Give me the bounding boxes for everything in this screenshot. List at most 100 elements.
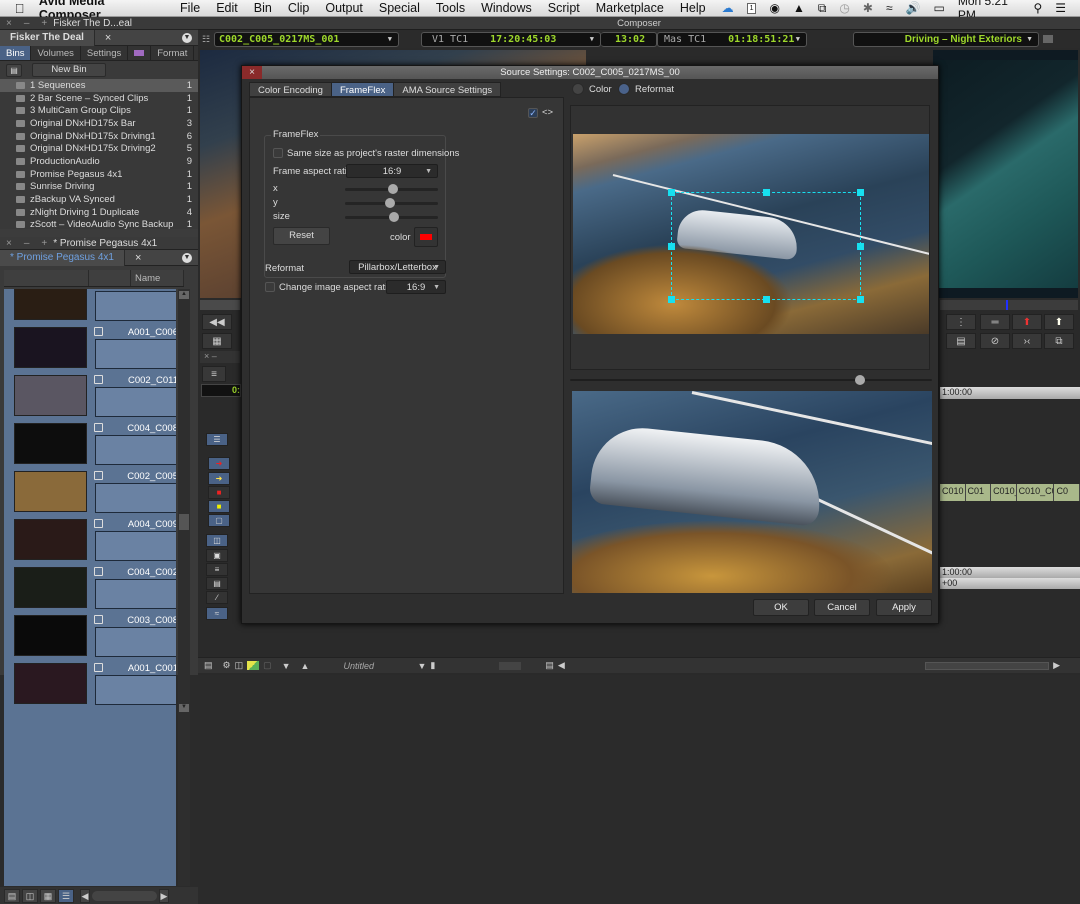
bin-list-item[interactable]: ProductionAudio 9 [0,155,198,168]
timeline-settings-button[interactable]: ≡ [202,366,226,382]
clip-frame-item[interactable]: C002_C011 [10,375,176,423]
menu-output[interactable]: Output [325,1,363,15]
reformat-mode-radio[interactable] [618,83,630,95]
top-button[interactable]: ▤ [946,333,976,349]
menu-file[interactable]: File [180,1,200,15]
close-dialog-icon[interactable]: × [242,66,262,79]
bin-list-item[interactable]: Original DNxHD175x Bar 3 [0,117,198,130]
clip-thumbnail[interactable] [14,615,87,656]
timeline-toggle-button[interactable]: ▦ [202,333,232,349]
crop-handle-r[interactable] [857,243,864,250]
clear-marks-button[interactable]: ⊘ [980,333,1010,349]
bin-list-item[interactable]: Original DNxHD175x Driving2 5 [0,142,198,155]
x-slider[interactable] [345,184,438,194]
crop-handle-br[interactable] [857,296,864,303]
segment-mode-button[interactable]: ◫ [206,534,228,547]
menu-special[interactable]: Special [379,1,420,15]
tab-volumes[interactable]: Volumes [31,46,81,60]
zoom-in-icon[interactable]: ▼ [282,661,291,671]
toggle-source-record-icon[interactable]: ▤ [204,660,213,671]
copy-button[interactable]: ⧉ [1044,333,1074,349]
horizontal-scrollbar[interactable] [92,890,157,901]
lift-tool[interactable]: ■ [208,486,230,499]
new-bin-button[interactable]: New Bin [32,63,106,77]
scroll-down-arrow[interactable]: ▼ [179,704,189,712]
enable-frameflex-checkbox[interactable]: ✓ [528,108,538,118]
bin-list-item[interactable]: Promise Pegasus 4x1 1 [0,168,198,181]
sequence-menu[interactable]: Driving – Night Exteriors ▼ [853,31,1039,47]
column-header-blank[interactable] [4,270,89,286]
close-icon[interactable]: × [6,18,12,29]
record-timecode-display[interactable]: Mas TC1 01:18:51:21 ▼ [657,31,807,47]
source-preview-image[interactable] [573,134,929,334]
timeline-clip[interactable]: C010_ [991,484,1017,501]
monitor-icon[interactable]: ◫ [235,660,244,671]
rewind-button[interactable]: ◀◀ [202,314,232,330]
position-indicator[interactable] [1006,300,1008,310]
same-size-checkbox[interactable] [273,148,283,158]
clip-frame-item[interactable]: C004_C002 [10,567,176,615]
change-aspect-select[interactable]: 16:9 ▼ [386,280,446,294]
menu-tools[interactable]: Tools [436,1,465,15]
tab-settings[interactable]: Settings [81,46,129,60]
menu-edit[interactable]: Edit [216,1,238,15]
record-monitor[interactable] [933,50,1078,298]
crop-handle-l[interactable] [668,243,675,250]
tab-color-encoding[interactable]: Color Encoding [249,82,332,97]
scroll-left-icon[interactable]: ◀ [80,888,90,903]
chevron-down-icon[interactable]: ▼ [417,661,426,671]
menu-script[interactable]: Script [548,1,580,15]
clip-frame-item[interactable]: C003_C008 [10,615,176,663]
clip-frame-item[interactable]: C002_C005 [10,471,176,519]
link-button[interactable]: ≈ [206,607,228,620]
trim-mode-button[interactable]: ▣ [206,549,228,562]
time-machine-icon[interactable]: ◷ [839,1,849,15]
clip-thumbnail[interactable] [14,663,87,704]
zoom-icon[interactable]: + [41,18,47,29]
color-swatch-button[interactable] [414,227,438,247]
bin-view-toggle[interactable]: ▤ [6,63,22,77]
color-correction-icon[interactable] [247,661,260,670]
timeline-hscrollbar[interactable] [925,661,1050,670]
script-view-icon[interactable]: ☰ [58,888,74,903]
track-panel-button[interactable]: ☰ [206,433,228,446]
apply-button[interactable]: Apply [876,599,932,616]
window-icon[interactable]: ⧉ [818,1,827,16]
calendar-icon[interactable]: 1 [746,2,757,14]
scroll-thumb[interactable] [179,514,189,530]
bin-list-item[interactable]: 1 Sequences 1 [0,79,198,92]
minimize-icon[interactable]: – [24,18,30,29]
clip-thumbnail[interactable] [14,375,87,416]
bin-tab[interactable]: * Promise Pegasus 4x1 [0,249,125,266]
crop-handle-bl[interactable] [668,296,675,303]
brief-view-icon[interactable]: ▤ [4,888,20,903]
battery-icon[interactable]: ▭ [934,1,945,15]
duration-display[interactable]: 13:02 [601,31,657,47]
text-view-icon[interactable]: ◫ [22,888,38,903]
clip-thumbnail[interactable] [14,289,87,320]
timeline-clip[interactable]: C010 [940,484,966,501]
zoom-out-icon[interactable]: ▲ [301,661,310,671]
y-slider[interactable] [345,198,438,208]
bin-list-item[interactable]: 2 Bar Scene – Synced Clips 1 [0,92,198,105]
tab-menu-icon[interactable]: ▼ [182,32,192,43]
clip-frame-item[interactable]: A001_C001 [10,663,176,711]
clip-thumbnail[interactable] [14,327,87,368]
bin-list-item[interactable]: Original DNxHD175x Driving1 6 [0,130,198,143]
list-icon[interactable]: ☰ [1055,1,1066,15]
frameflex-crop-box[interactable] [668,189,864,303]
scroll-right-icon[interactable]: ▶ [1053,660,1060,671]
frame-view-icon[interactable]: ▦ [40,888,56,903]
video-quality-tool[interactable]: ▢ [208,514,230,527]
bin-list-item[interactable]: zScott – VideoAudio Sync Backup 1 [0,219,198,232]
clip-frame-item[interactable]: C004_C008 [10,423,176,471]
dropbox-icon[interactable]: ☁ [722,1,734,15]
settings-icon[interactable]: ⚙ [223,660,231,671]
bin-vertical-scrollbar[interactable]: ▲ ▼ [178,289,190,886]
overwrite-arrow-tool[interactable]: ➜ [208,472,230,485]
tab-frameflex[interactable]: FrameFlex [330,82,395,97]
splice-in-button[interactable]: ⋮ [946,314,976,330]
ok-button[interactable]: OK [753,599,809,616]
project-tab[interactable]: Fisker The Deal [0,29,95,46]
bin-list-item[interactable]: 3 MultiCam Group Clips 1 [0,104,198,117]
